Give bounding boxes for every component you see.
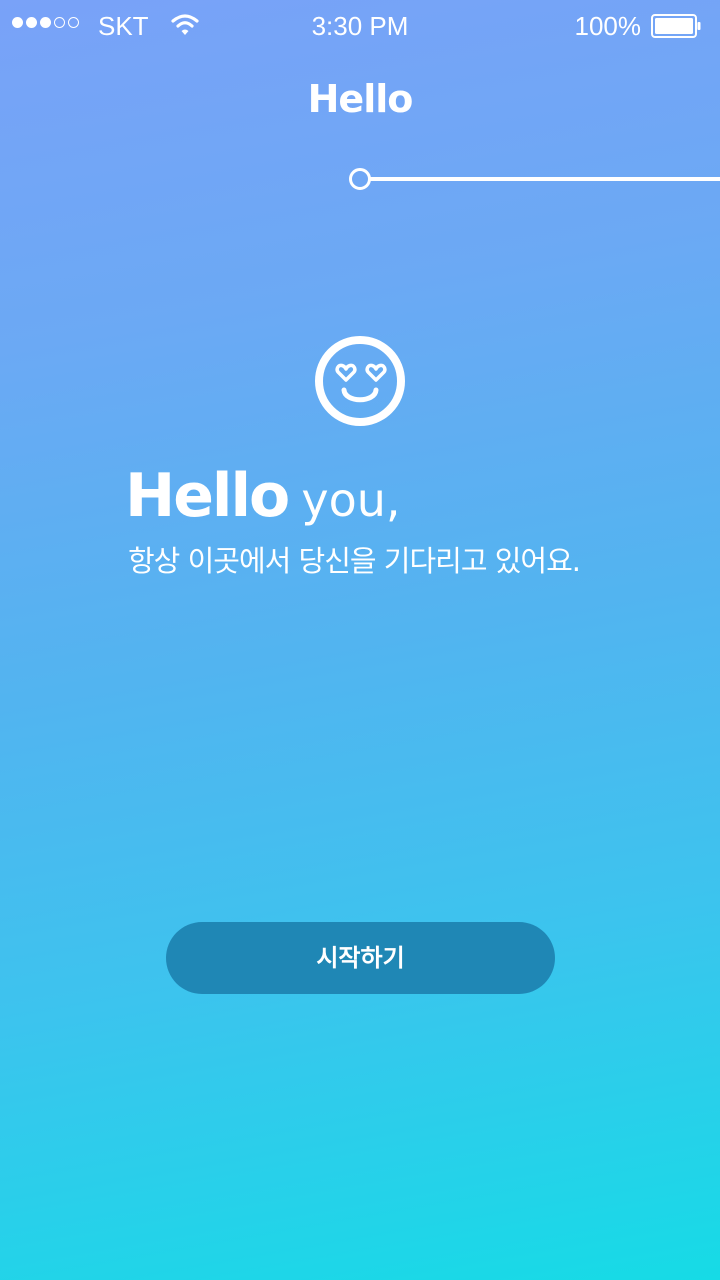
- greeting-subtitle: 항상 이곳에서 당신을 기다리고 있어요.: [128, 544, 581, 578]
- greeting-heading: Hello you,: [125, 456, 401, 536]
- progress-knob: [349, 168, 371, 190]
- greeting-small: you,: [301, 473, 401, 527]
- greeting-big: Hello: [125, 461, 290, 531]
- onboarding-progress: [349, 168, 720, 190]
- battery-icon: [651, 14, 701, 38]
- page-title: Hello: [307, 77, 414, 121]
- heart-eyes-smiley-icon: [315, 336, 405, 426]
- start-button[interactable]: 시작하기: [166, 922, 555, 994]
- progress-line: [369, 177, 720, 181]
- status-bar: SKT 3:30 PM 100%: [0, 0, 720, 52]
- battery-percentage: 100%: [574, 11, 642, 41]
